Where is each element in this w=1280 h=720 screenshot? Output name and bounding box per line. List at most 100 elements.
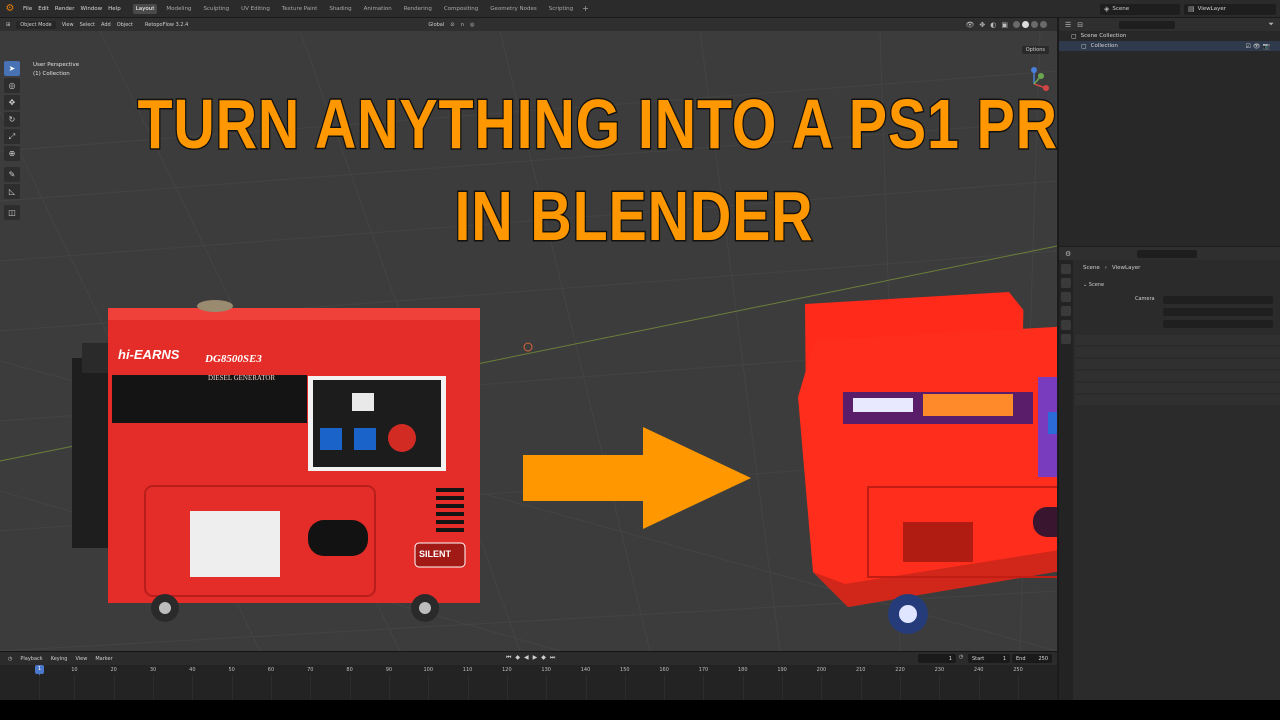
material-shading-icon[interactable] xyxy=(1031,21,1038,28)
retopoflow-menu[interactable]: RetopoFlow 3.2.4 xyxy=(145,22,188,28)
gravity-section[interactable] xyxy=(1075,347,1280,357)
menu-edit[interactable]: Edit xyxy=(38,6,49,12)
current-frame-marker[interactable]: 1 xyxy=(35,665,44,674)
end-frame-field[interactable]: End 250 xyxy=(1012,654,1052,663)
menu-window[interactable]: Window xyxy=(80,6,102,12)
play-reverse-icon[interactable]: ◀ xyxy=(524,654,529,662)
custom-properties-section[interactable] xyxy=(1075,395,1280,405)
tab-modeling[interactable]: Modeling xyxy=(163,4,194,14)
outliner-search-field[interactable] xyxy=(1119,20,1176,29)
menu-add[interactable]: Add xyxy=(101,22,111,28)
timeline-editor-icon[interactable]: ◷ xyxy=(8,656,12,662)
rotate-tool-icon[interactable]: ↻ xyxy=(4,112,20,127)
properties-header: ⚙ xyxy=(1059,247,1280,260)
tab-animation[interactable]: Animation xyxy=(361,4,395,14)
collection-visibility-icons[interactable]: ☑👁📷 xyxy=(1246,43,1272,50)
camera-field[interactable] xyxy=(1163,296,1273,304)
xray-toggle-icon[interactable]: ▣ xyxy=(1001,21,1008,29)
visibility-icon[interactable]: 👁 xyxy=(966,21,975,29)
tab-scripting[interactable]: Scripting xyxy=(546,4,576,14)
solid-shading-icon[interactable] xyxy=(1022,21,1029,28)
editor-type-icon[interactable]: ⊞ xyxy=(6,22,10,28)
add-cube-tool-icon[interactable]: ◫ xyxy=(4,205,20,220)
timeline-ruler[interactable]: 1 10 20 30 40 50 60 70 80 90 100 110 120 130 140 150 160… xyxy=(0,665,1057,701)
menu-file[interactable]: File xyxy=(23,6,32,12)
transform-tool-icon[interactable]: ⊕ xyxy=(4,146,20,161)
outliner-editor-icon[interactable]: ☰ xyxy=(1065,21,1071,29)
render-tab-icon[interactable] xyxy=(1061,278,1071,288)
mode-dropdown[interactable]: Object Mode xyxy=(16,20,56,29)
scene-tab-icon[interactable] xyxy=(1061,320,1071,330)
tab-shading[interactable]: Shading xyxy=(326,4,354,14)
measure-tool-icon[interactable]: ◺ xyxy=(4,184,20,199)
move-tool-icon[interactable]: ✥ xyxy=(4,95,20,110)
tab-geometry-nodes[interactable]: Geometry Nodes xyxy=(487,4,539,14)
perspective-label: User Perspective xyxy=(33,62,80,68)
keying-sets-section[interactable] xyxy=(1075,359,1280,369)
rendered-shading-icon[interactable] xyxy=(1040,21,1047,28)
tab-rendering[interactable]: Rendering xyxy=(401,4,435,14)
rigid-body-section[interactable] xyxy=(1075,383,1280,393)
add-workspace-button[interactable]: + xyxy=(582,4,589,13)
blender-logo-icon[interactable]: ⚙ xyxy=(3,2,17,16)
clock-icon[interactable]: ◷ xyxy=(959,654,963,660)
snap-icon[interactable]: ∩ xyxy=(460,22,464,28)
next-key-icon[interactable]: ◆ xyxy=(541,654,546,662)
scale-tool-icon[interactable]: ⤢ xyxy=(4,129,20,144)
audio-section[interactable] xyxy=(1075,371,1280,381)
jump-start-icon[interactable]: ⏮ xyxy=(506,654,511,662)
menu-object[interactable]: Object xyxy=(117,22,133,28)
background-scene-field[interactable] xyxy=(1163,308,1273,316)
proportional-edit-icon[interactable]: ◎ xyxy=(470,22,474,28)
overlay-toggle-icon[interactable]: ◐ xyxy=(990,21,996,29)
wireframe-shading-icon[interactable] xyxy=(1013,21,1020,28)
timeline-editor: ◷ Playback Keying View Marker ⏮ ◆ ◀ ▶ ◆ … xyxy=(0,651,1057,701)
properties-editor-icon[interactable]: ⚙ xyxy=(1065,250,1071,258)
timeline-tick-line xyxy=(270,675,272,701)
transform-orientation-dropdown[interactable]: Global xyxy=(428,22,444,28)
menu-render[interactable]: Render xyxy=(55,6,75,12)
timeline-tick-line xyxy=(624,675,626,701)
filter-icon[interactable]: ⏷ xyxy=(1268,20,1274,29)
prev-key-icon[interactable]: ◆ xyxy=(515,654,520,662)
active-clip-field[interactable] xyxy=(1163,320,1273,328)
menu-playback[interactable]: Playback xyxy=(20,656,42,662)
timeline-tick-label: 20 xyxy=(110,667,117,673)
outliner-collection[interactable]: ▢ Collection ☑👁📷 xyxy=(1059,41,1280,51)
select-tool-icon[interactable]: ➤ xyxy=(4,61,20,76)
tab-uv-editing[interactable]: UV Editing xyxy=(238,4,273,14)
view-layer-selector[interactable]: ▤ ViewLayer xyxy=(1184,3,1276,15)
pivot-icon[interactable]: ⊙ xyxy=(450,22,454,28)
scene-selector[interactable]: ◈ Scene xyxy=(1100,3,1180,15)
cursor-tool-icon[interactable]: ◎ xyxy=(4,78,20,93)
jump-end-icon[interactable]: ⏭ xyxy=(550,654,555,662)
start-frame-field[interactable]: Start 1 xyxy=(968,654,1010,663)
annotate-tool-icon[interactable]: ✎ xyxy=(4,167,20,182)
units-section[interactable] xyxy=(1075,335,1280,345)
tab-compositing[interactable]: Compositing xyxy=(441,4,481,14)
scene-section-header[interactable]: ⌄ Scene xyxy=(1075,282,1280,292)
menu-help[interactable]: Help xyxy=(108,6,121,12)
menu-keying[interactable]: Keying xyxy=(51,656,68,662)
tab-sculpting[interactable]: Sculpting xyxy=(200,4,232,14)
output-tab-icon[interactable] xyxy=(1061,292,1071,302)
tab-texture-paint[interactable]: Texture Paint xyxy=(279,4,321,14)
menu-view[interactable]: View xyxy=(62,22,74,28)
gizmo-toggle-icon[interactable]: ✥ xyxy=(979,21,985,29)
view-layer-tab-icon[interactable] xyxy=(1061,306,1071,316)
play-icon[interactable]: ▶ xyxy=(533,654,538,662)
options-button[interactable]: Options xyxy=(1021,46,1049,54)
menu-select[interactable]: Select xyxy=(80,22,95,28)
menu-timeline-view[interactable]: View xyxy=(75,656,87,662)
outliner-scene-collection[interactable]: ▢ Scene Collection xyxy=(1059,31,1280,41)
properties-search-field[interactable] xyxy=(1137,249,1198,258)
timeline-tick-label: 230 xyxy=(934,667,945,673)
display-mode-icon[interactable]: ⊟ xyxy=(1077,21,1083,29)
scene-collection-label: Scene Collection xyxy=(1080,33,1127,39)
menu-marker[interactable]: Marker xyxy=(95,656,112,662)
world-tab-icon[interactable] xyxy=(1061,334,1071,344)
timeline-tick-line xyxy=(1018,675,1019,701)
current-frame-field[interactable]: 1 xyxy=(918,654,956,663)
tool-tab-icon[interactable] xyxy=(1061,264,1071,274)
tab-layout[interactable]: Layout xyxy=(132,3,158,14)
